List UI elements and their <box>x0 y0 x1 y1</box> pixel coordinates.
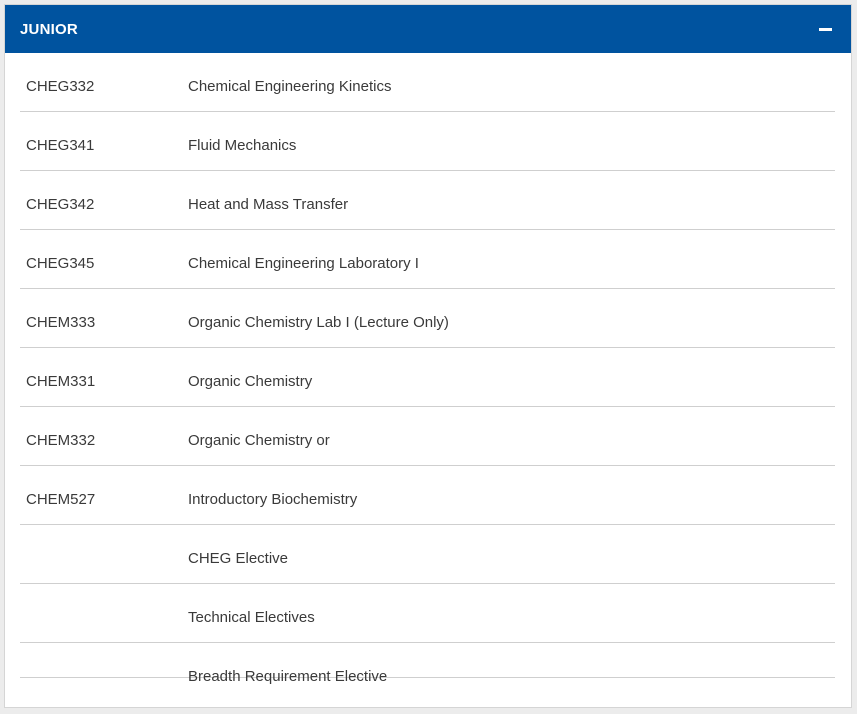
course-title: Chemical Engineering Laboratory I <box>188 255 419 272</box>
table-row: CHEG345 Chemical Engineering Laboratory … <box>20 230 835 289</box>
course-title: Chemical Engineering Kinetics <box>188 78 392 95</box>
course-title: CHEG Elective <box>188 550 289 567</box>
table-row: Technical Electives <box>20 584 835 643</box>
course-code: CHEG332 <box>26 78 95 95</box>
accordion-header[interactable]: JUNIOR <box>5 5 851 53</box>
junior-accordion-panel: JUNIOR CHEG332 Chemical Engineering Kine… <box>4 4 852 708</box>
section-title: JUNIOR <box>20 20 78 38</box>
collapse-button[interactable] <box>815 19 835 39</box>
table-row: CHEG Elective <box>20 525 835 584</box>
table-row: CHEM332 Organic Chemistry or <box>20 407 835 466</box>
table-row: CHEG332 Chemical Engineering Kinetics <box>20 53 835 112</box>
course-code <box>20 525 188 550</box>
table-row: CHEM331 Organic Chemistry <box>20 348 835 407</box>
course-title: Fluid Mechanics <box>188 137 297 154</box>
course-title: Organic Chemistry or <box>188 432 330 449</box>
table-row: CHEM333 Organic Chemistry Lab I (Lecture… <box>20 289 835 348</box>
course-table: CHEG332 Chemical Engineering Kinetics CH… <box>20 53 835 685</box>
course-title: Technical Electives <box>188 609 315 626</box>
course-code <box>20 584 188 609</box>
course-code <box>20 643 188 668</box>
course-title: Organic Chemistry <box>188 373 313 390</box>
course-title: Heat and Mass Transfer <box>188 196 349 213</box>
minus-icon <box>818 27 832 31</box>
table-row: Breadth Requirement Elective <box>20 643 835 685</box>
course-code: CHEG345 <box>26 255 95 272</box>
course-title: Breadth Requirement Elective <box>188 668 388 685</box>
table-row: CHEG341 Fluid Mechanics <box>20 112 835 171</box>
table-row: CHEG342 Heat and Mass Transfer <box>20 171 835 230</box>
course-code: CHEM527 <box>26 491 96 508</box>
course-code: CHEG341 <box>26 137 95 154</box>
course-code: CHEM332 <box>26 432 96 449</box>
course-code: CHEM333 <box>26 314 96 331</box>
course-title: Introductory Biochemistry <box>188 491 358 508</box>
course-title: Organic Chemistry Lab I (Lecture Only) <box>188 314 449 331</box>
table-row: CHEM527 Introductory Biochemistry <box>20 466 835 525</box>
course-code: CHEM331 <box>26 373 96 390</box>
course-code: CHEG342 <box>26 196 95 213</box>
